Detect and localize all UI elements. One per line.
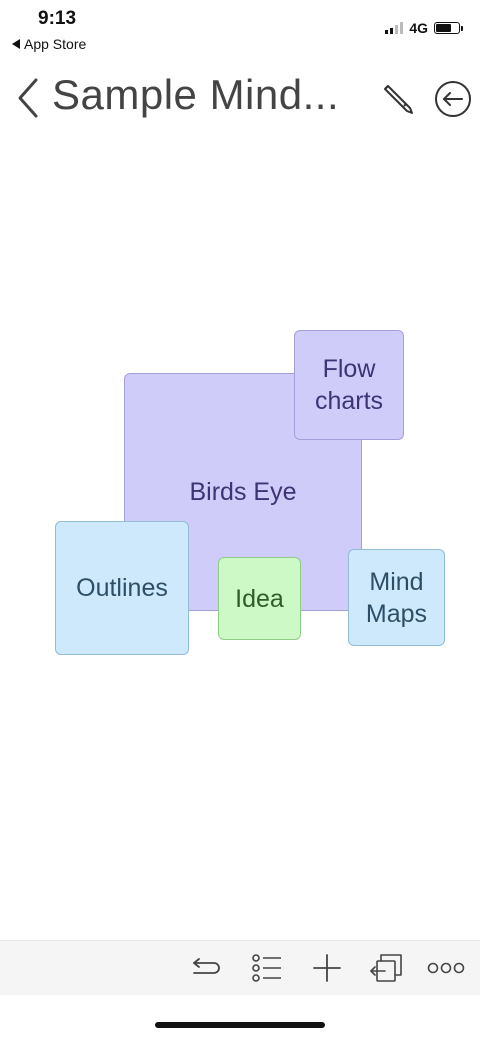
outline-list-icon [252, 954, 281, 982]
undo-button[interactable] [188, 951, 224, 985]
node-label: Outlines [76, 574, 168, 602]
export-icon [370, 954, 402, 982]
back-app-label: App Store [24, 36, 87, 52]
status-indicators: 4G [385, 20, 463, 36]
outline-button[interactable] [249, 951, 285, 985]
plus-icon [313, 954, 341, 982]
node-flow-charts[interactable]: Flow charts [294, 330, 404, 440]
node-idea[interactable]: Idea [218, 557, 301, 640]
signal-icon [385, 22, 404, 34]
node-label: Idea [235, 584, 284, 613]
battery-icon [434, 22, 463, 34]
node-outlines[interactable]: Outlines [55, 521, 189, 655]
exit-button[interactable] [434, 80, 472, 118]
node-label: Birds Eye [189, 478, 297, 506]
back-triangle-icon [12, 39, 20, 49]
bottom-toolbar [0, 940, 480, 995]
node-mind-maps[interactable]: Mind Maps [348, 549, 445, 646]
home-indicator[interactable] [155, 1022, 325, 1028]
node-label: Mind Maps [365, 567, 428, 628]
circle-arrow-left-icon [435, 81, 471, 117]
back-button[interactable] [14, 76, 44, 120]
node-label: Flow charts [314, 355, 384, 415]
edit-button[interactable] [380, 80, 416, 116]
undo-icon [193, 958, 220, 974]
more-icon [427, 962, 465, 974]
export-button[interactable] [369, 951, 405, 985]
chevron-left-icon [18, 78, 38, 118]
status-time: 9:13 [38, 8, 77, 29]
pencil-icon [384, 85, 413, 114]
network-type: 4G [409, 20, 428, 36]
more-button[interactable] [426, 951, 466, 985]
add-node-button[interactable] [309, 951, 345, 985]
page-title: Sample Mind... [52, 71, 340, 118]
back-to-app-link[interactable]: App Store [12, 36, 86, 52]
